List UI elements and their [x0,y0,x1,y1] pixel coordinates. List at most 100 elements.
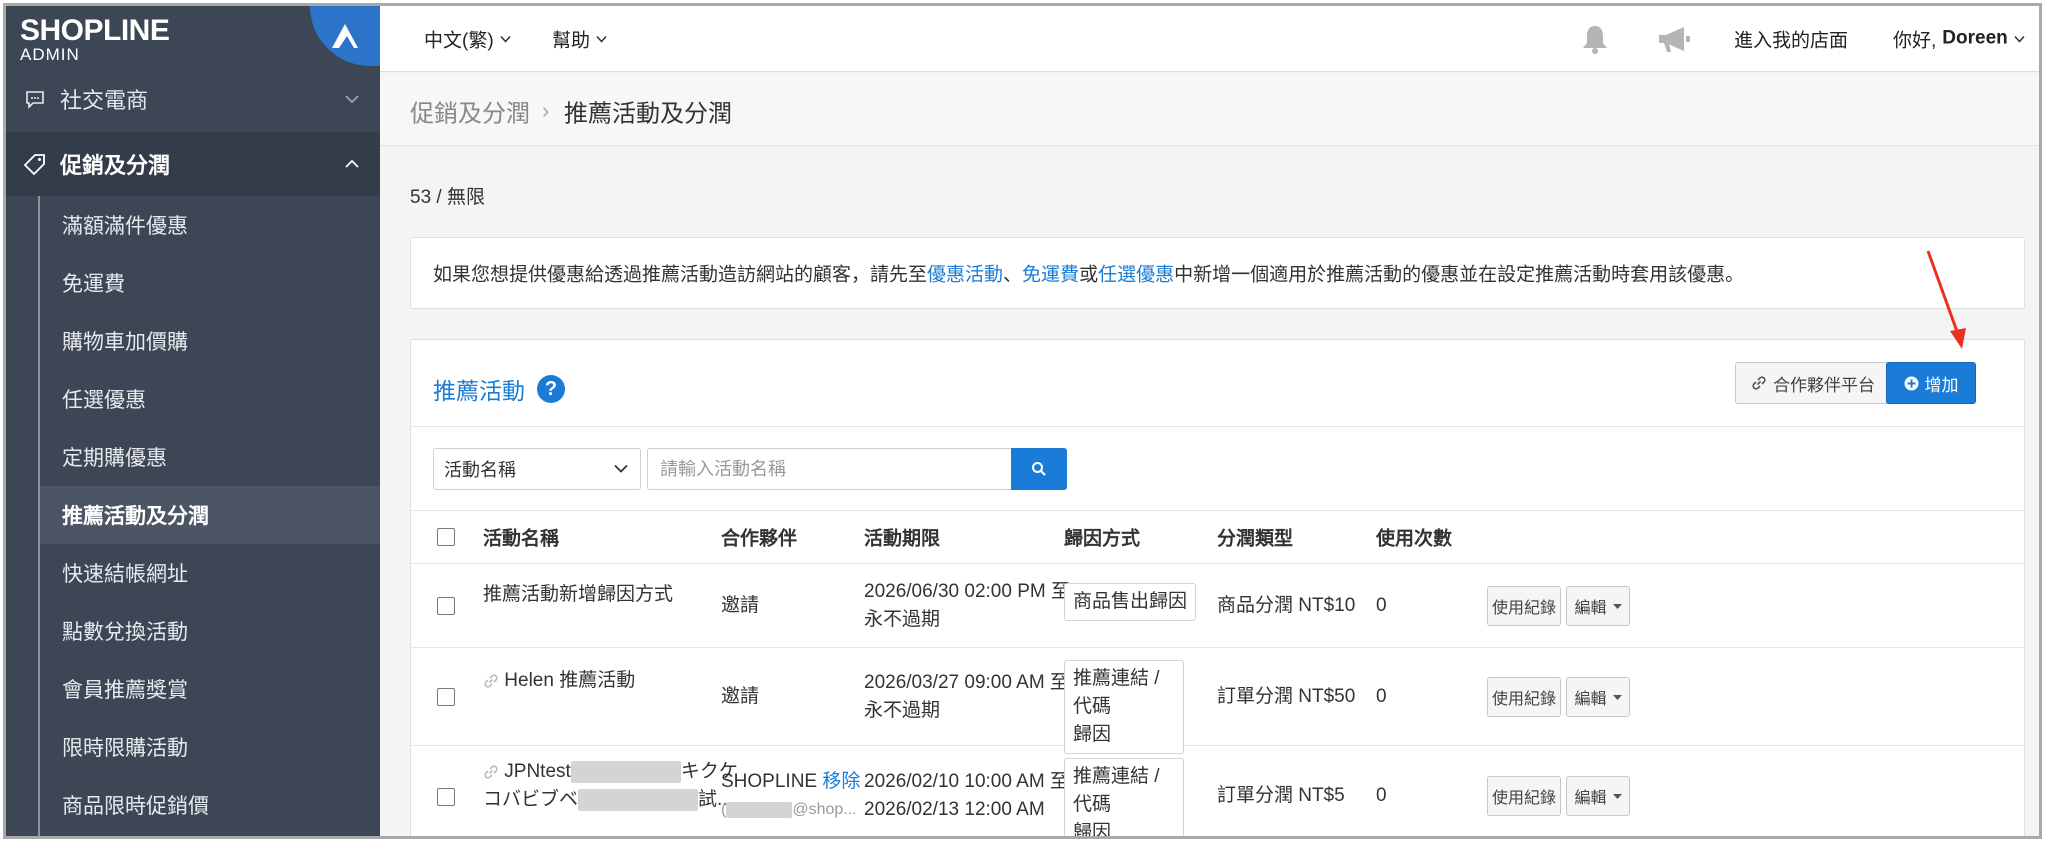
sidebar-subitem-addon[interactable]: 購物車加價購 [40,312,380,370]
user-menu[interactable]: 你好, Doreen [1893,25,2025,52]
brand-logo[interactable]: SHOPLINE ADMIN [6,6,380,70]
row-checkbox[interactable] [437,688,455,706]
invite-partner-link[interactable]: 邀請 [721,683,759,711]
tag-icon [24,154,45,175]
sidebar-subitem-timed-price[interactable]: 商品限時促銷價 [40,776,380,834]
search-icon [1032,462,1046,476]
announcements-button[interactable] [1656,24,1692,54]
sidebar-item-social[interactable]: 社交電商 [6,70,380,128]
visit-store-label: 進入我的店面 [1734,30,1849,51]
edit-dropdown-button[interactable]: 編輯 [1566,586,1630,626]
panel-title: 推薦活動 ? [433,372,565,406]
chevron-down-icon [500,35,511,42]
breadcrumb-separator: › [542,97,550,123]
select-all-checkbox[interactable] [437,528,455,546]
main-content: 53 / 無限 如果您想提供優惠給透過推薦活動造訪網站的顧客，請先至優惠活動、免… [380,147,2039,836]
column-header-partner: 合作夥伴 [721,528,798,550]
column-header-period: 活動期限 [864,528,941,550]
help-dropdown[interactable]: 幫助 [552,25,607,52]
attribution-method: 商品售出歸因 [1064,583,1197,621]
language-label: 中文(繁) [424,30,494,51]
period-end: 2026/02/13 12:00 AM [864,799,1045,820]
notifications-button[interactable] [1580,23,1610,55]
promotions-link[interactable]: 優惠活動 [927,265,1003,286]
sidebar-subitem-affiliate[interactable]: 推薦活動及分潤 [40,486,380,544]
chevron-down-icon [596,35,607,42]
bell-icon [1583,25,1607,54]
edit-dropdown-button[interactable]: 編輯 [1566,677,1630,717]
usage-log-button[interactable]: 使用紀錄 [1487,677,1561,717]
breadcrumb-parent[interactable]: 促銷及分潤 [410,93,530,128]
redacted-text [726,801,793,818]
period-end: 永不過期 [864,700,941,721]
visit-store-link[interactable]: 進入我的店面 [1734,25,1848,52]
sidebar-subitem-free-shipping[interactable]: 免運費 [40,254,380,312]
campaign-name-cell[interactable]: JPNtest キクケ [483,758,738,786]
column-header-attribution: 歸因方式 [1064,528,1141,550]
share-type: 訂單分潤 NT$5 [1217,785,1345,806]
sidebar-item-label: 促銷及分潤 [60,153,171,178]
info-notice: 如果您想提供優惠給透過推薦活動造訪網站的顧客，請先至優惠活動、免運費或任選優惠中… [410,237,2025,309]
add-campaign-button[interactable]: 增加 [1886,362,1976,404]
redacted-text [570,760,681,783]
redacted-text [578,788,699,811]
campaign-name-cell: Helen 推薦活動 [483,667,635,695]
brand-sub: ADMIN [20,45,80,64]
top-header: 中文(繁) 幫助 進入我的店面 你好, Doreen [380,6,2039,72]
language-dropdown[interactable]: 中文(繁) [424,25,511,52]
caret-down-icon [1612,793,1622,799]
partner-platform-button[interactable]: 合作夥伴平台 [1735,362,1891,404]
divider [411,426,2026,427]
sidebar-subitem-points[interactable]: 點數兌換活動 [40,602,380,660]
mountain-logo-icon [332,24,358,48]
usage-count: 0 [1376,686,1387,707]
user-name: Doreen [1942,27,2008,49]
chevron-down-icon [614,464,628,473]
sidebar-item-label: 社交電商 [60,88,149,113]
caret-down-icon [1612,694,1622,700]
sidebar-subitem-subscription[interactable]: 定期購優惠 [40,428,380,486]
campaign-name[interactable]: Helen 推薦活動 [504,670,635,691]
bundle-link[interactable]: 任選優惠 [1098,265,1174,286]
invite-partner-link[interactable]: 邀請 [721,592,759,620]
row-checkbox[interactable] [437,788,455,806]
notice-text: 如果您想提供優惠給透過推薦活動造訪網站的顧客，請先至優惠活動、免運費或任選優惠中… [433,264,1745,286]
partner-name: SHOPLINE [721,771,818,792]
help-label: 幫助 [552,30,591,51]
column-header-name: 活動名稱 [483,528,560,550]
edit-dropdown-button[interactable]: 編輯 [1566,776,1630,816]
search-input[interactable] [647,448,1011,490]
row-checkbox[interactable] [437,597,455,615]
sidebar-subitem-express-checkout[interactable]: 快速結帳網址 [40,544,380,602]
link-icon [484,765,498,779]
sidebar-subitem-threshold[interactable]: 滿額滿件優惠 [40,196,380,254]
link-icon [1752,376,1766,390]
filter-field-select[interactable]: 活動名稱 [433,448,641,490]
chat-bubble-icon [26,91,44,109]
attribution-method: 推薦連結 / 代碼 歸因 [1064,758,1184,836]
column-header-share-type: 分潤類型 [1217,528,1294,550]
campaign-name-line2: コバビブベ 試... [483,788,733,811]
table-row: 推薦活動新增歸因方式 邀請 2026/06/30 02:00 PM 至 永不過期… [411,564,2026,648]
promotions-subnav: 滿額滿件優惠 免運費 購物車加價購 任選優惠 定期購優惠 推薦活動及分潤 快速結… [6,196,380,836]
table-row: Helen 推薦活動 邀請 2026/03/27 09:00 AM 至 永不過期… [411,648,2026,754]
caret-down-icon [1612,603,1622,609]
sidebar-subitem-referral[interactable]: 會員推薦獎賞 [40,660,380,718]
usage-log-button[interactable]: 使用紀錄 [1487,586,1561,626]
period-start: 2026/03/27 09:00 AM 至 [864,672,1069,693]
megaphone-icon [1659,26,1690,52]
free-shipping-link[interactable]: 免運費 [1022,265,1079,286]
usage-log-button[interactable]: 使用紀錄 [1487,776,1561,816]
campaign-name[interactable]: 推薦活動新增歸因方式 [483,581,673,609]
help-question-icon[interactable]: ? [537,375,565,403]
period-end: 永不過期 [864,609,941,630]
sidebar-subitem-flash-sale[interactable]: 限時限購活動 [40,718,380,776]
attribution-method: 推薦連結 / 代碼 歸因 [1064,660,1184,754]
search-button[interactable] [1011,448,1067,490]
sidebar-item-promotions[interactable]: 促銷及分潤 [6,132,380,196]
quota-counter: 53 / 無限 [410,187,485,208]
remove-partner-link[interactable]: 移除 [822,771,860,792]
chevron-down-icon [2014,35,2025,42]
table-row: JPNtest キクケ コバビブベ 試... SHOPLINE 移除 (@shop.… [411,746,2026,836]
sidebar-subitem-bundle[interactable]: 任選優惠 [40,370,380,428]
